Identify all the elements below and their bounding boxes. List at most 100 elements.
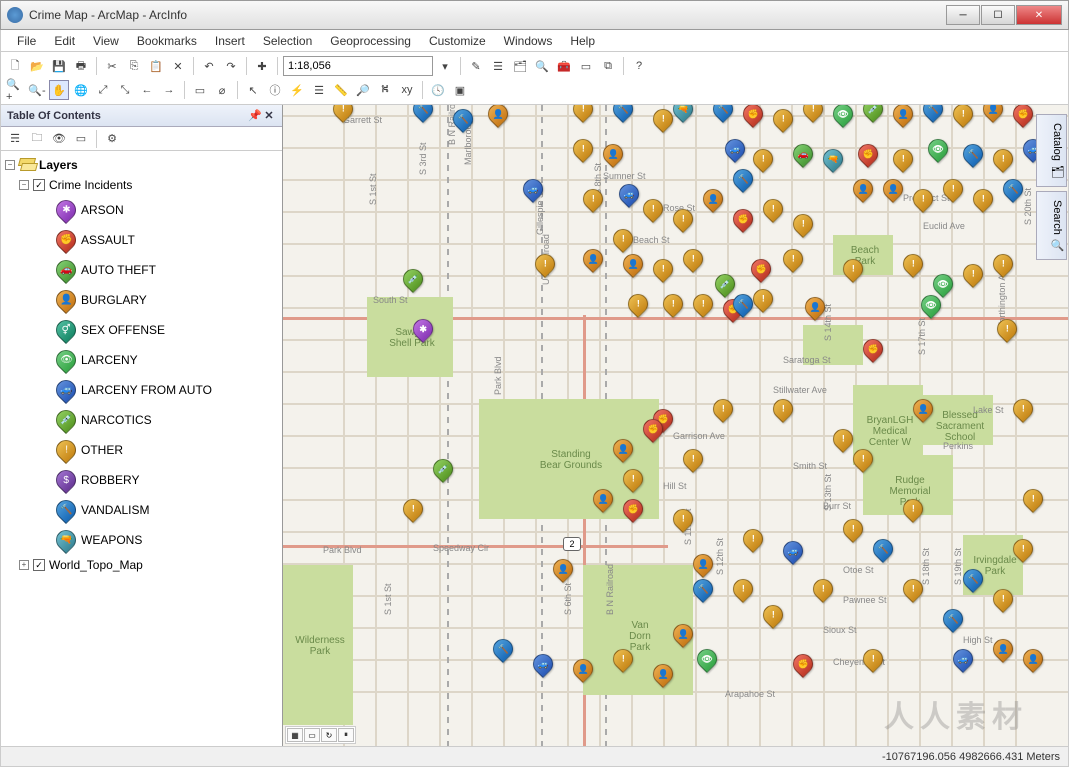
crime-marker[interactable]: 🔨 (873, 539, 893, 565)
crime-marker[interactable]: ! (903, 579, 923, 605)
crime-marker[interactable]: ! (993, 254, 1013, 280)
crime-marker[interactable]: ! (683, 249, 703, 275)
crime-marker[interactable]: 💉 (863, 105, 883, 125)
crime-marker[interactable]: ! (1013, 539, 1033, 565)
crime-marker[interactable]: ! (613, 649, 633, 675)
search-tab[interactable]: Search 🔍 (1036, 191, 1067, 260)
crime-marker[interactable]: 👤 (573, 659, 593, 685)
crime-marker[interactable]: 👤 (623, 254, 643, 280)
crime-marker[interactable]: 👁 (697, 649, 717, 675)
zoom-in-icon[interactable]: 🔍+ (5, 80, 25, 100)
cut-icon[interactable]: ✂ (102, 56, 122, 76)
crime-marker[interactable]: ! (653, 109, 673, 135)
checkbox-checked-icon[interactable]: ✓ (33, 559, 45, 571)
expand-icon[interactable]: + (19, 560, 29, 570)
crime-marker[interactable]: ! (753, 149, 773, 175)
undo-icon[interactable]: ↶ (199, 56, 219, 76)
close-button[interactable]: ✕ (1016, 5, 1062, 25)
crime-marker[interactable]: ! (643, 199, 663, 225)
menu-view[interactable]: View (85, 32, 127, 50)
crime-marker[interactable]: ! (903, 499, 923, 525)
crime-marker[interactable]: 🔨 (963, 569, 983, 595)
crime-marker[interactable]: ! (943, 179, 963, 205)
find-icon[interactable]: 🔎 (353, 80, 373, 100)
save-icon[interactable]: 💾 (49, 56, 69, 76)
list-by-selection-icon[interactable]: ▭ (71, 129, 91, 149)
full-extent-icon[interactable]: 🌐 (71, 80, 91, 100)
crime-marker[interactable]: ✊ (733, 209, 753, 235)
crime-marker[interactable]: ! (903, 254, 923, 280)
menu-bookmarks[interactable]: Bookmarks (129, 32, 205, 50)
crime-marker[interactable]: 🚗 (793, 144, 813, 170)
select-features-icon[interactable]: ▭ (190, 80, 210, 100)
crime-marker[interactable]: ! (993, 149, 1013, 175)
crime-marker[interactable]: 🚙 (533, 654, 553, 680)
add-data-icon[interactable]: ✚ (252, 56, 272, 76)
crime-marker[interactable]: 👤 (553, 559, 573, 585)
crime-marker[interactable]: ! (853, 449, 873, 475)
whats-this-icon[interactable]: ? (629, 56, 649, 76)
crime-marker[interactable]: 🔨 (943, 609, 963, 635)
crime-marker[interactable]: ! (863, 649, 883, 675)
list-by-source-icon[interactable]: 🗀 (27, 129, 47, 149)
goto-xy-icon[interactable]: xy (397, 80, 417, 100)
crime-marker[interactable]: ! (673, 209, 693, 235)
crime-marker[interactable]: 👁 (928, 139, 948, 165)
arc-toolbox-icon[interactable]: 🧰 (554, 56, 574, 76)
crime-marker[interactable]: ! (753, 289, 773, 315)
crime-marker[interactable]: ! (913, 189, 933, 215)
crime-marker[interactable]: 🚙 (523, 179, 543, 205)
menu-customize[interactable]: Customize (421, 32, 494, 50)
menu-geoprocessing[interactable]: Geoprocessing (322, 32, 419, 50)
new-icon[interactable]: 🗋 (5, 56, 25, 76)
crime-marker[interactable]: 🔨 (613, 105, 633, 125)
collapse-icon[interactable]: − (5, 160, 15, 170)
crime-marker[interactable]: 👤 (805, 297, 825, 323)
crime-marker[interactable]: ! (963, 264, 983, 290)
crime-marker[interactable]: 🔨 (1003, 179, 1023, 205)
delete-icon[interactable]: ✕ (168, 56, 188, 76)
crime-marker[interactable]: 🚙 (953, 649, 973, 675)
crime-marker[interactable]: ! (613, 229, 633, 255)
crime-marker[interactable]: 👤 (603, 144, 623, 170)
scale-input[interactable] (283, 56, 433, 76)
crime-marker[interactable]: ! (993, 589, 1013, 615)
tree-layer-basemap[interactable]: + ✓ World_Topo_Map (5, 555, 278, 575)
pause-icon[interactable]: ⏸ (338, 728, 354, 742)
crime-marker[interactable]: ! (833, 429, 853, 455)
crime-marker[interactable]: ! (535, 254, 555, 280)
maximize-button[interactable]: ☐ (981, 5, 1015, 25)
clear-selection-icon[interactable]: ⌀ (212, 80, 232, 100)
crime-marker[interactable]: ! (583, 189, 603, 215)
crime-marker[interactable]: ! (773, 399, 793, 425)
crime-marker[interactable]: 👤 (703, 189, 723, 215)
crime-marker[interactable]: 👤 (883, 179, 903, 205)
crime-marker[interactable]: ! (953, 105, 973, 130)
map-view[interactable]: SawyerShell ParkStandingBear GroundsWild… (283, 105, 1068, 746)
crime-marker[interactable]: ! (773, 109, 793, 135)
crime-marker[interactable]: 💉 (433, 459, 453, 485)
crime-marker[interactable]: 💉 (403, 269, 423, 295)
crime-marker[interactable]: ! (843, 259, 863, 285)
crime-marker[interactable]: 🔨 (693, 579, 713, 605)
crime-marker[interactable]: ! (693, 294, 713, 320)
crime-marker[interactable]: ! (713, 399, 733, 425)
zoom-out-icon[interactable]: 🔍- (27, 80, 47, 100)
crime-marker[interactable]: ! (997, 319, 1017, 345)
crime-marker[interactable]: 🔨 (413, 105, 433, 125)
crime-marker[interactable]: ✊ (743, 105, 763, 130)
catalog-icon[interactable]: 🗂 (510, 56, 530, 76)
print-icon[interactable]: 🖶 (71, 56, 91, 76)
crime-marker[interactable]: 🔨 (713, 105, 733, 125)
crime-marker[interactable]: ✊ (863, 339, 883, 365)
crime-marker[interactable]: ! (1013, 399, 1033, 425)
crime-marker[interactable]: 👤 (983, 105, 1003, 125)
search-window-icon[interactable]: 🔍 (532, 56, 552, 76)
crime-marker[interactable]: 👤 (653, 664, 673, 690)
layout-view-icon[interactable]: ▭ (304, 728, 320, 742)
crime-marker[interactable]: 🔨 (733, 294, 753, 320)
crime-marker[interactable]: 🔨 (493, 639, 513, 665)
crime-marker[interactable]: ! (683, 449, 703, 475)
pan-icon[interactable]: ✋ (49, 80, 69, 100)
select-elements-icon[interactable]: ↖ (243, 80, 263, 100)
